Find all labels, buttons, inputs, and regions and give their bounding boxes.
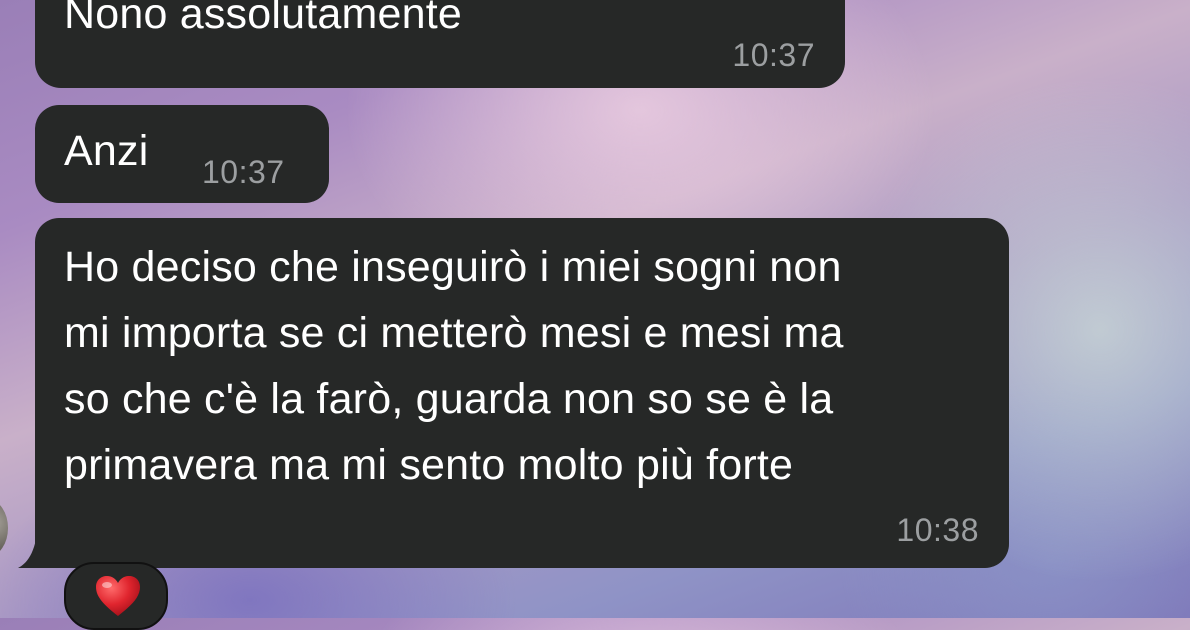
message-timestamp: 10:38 (896, 512, 979, 548)
message-timestamp: 10:37 (202, 154, 285, 190)
message-bubble[interactable]: Nono assolutamente 10:37 (35, 0, 845, 88)
message-text: Ho deciso che inseguirò i miei sogni non… (64, 243, 844, 489)
chat-thread: Nono assolutamente 10:37 Anzi 10:37 Ho d… (0, 0, 1190, 630)
message-text: Anzi (64, 127, 149, 175)
message-bubble[interactable]: Ho deciso che inseguirò i miei sogni non… (35, 218, 1009, 568)
message-timestamp: 10:37 (732, 37, 815, 73)
reaction-badge[interactable] (64, 562, 168, 630)
sender-avatar[interactable] (0, 500, 8, 556)
red-heart-icon (96, 576, 140, 616)
message-bubble[interactable]: Anzi 10:37 (35, 105, 329, 203)
message-text: Nono assolutamente (64, 0, 463, 38)
